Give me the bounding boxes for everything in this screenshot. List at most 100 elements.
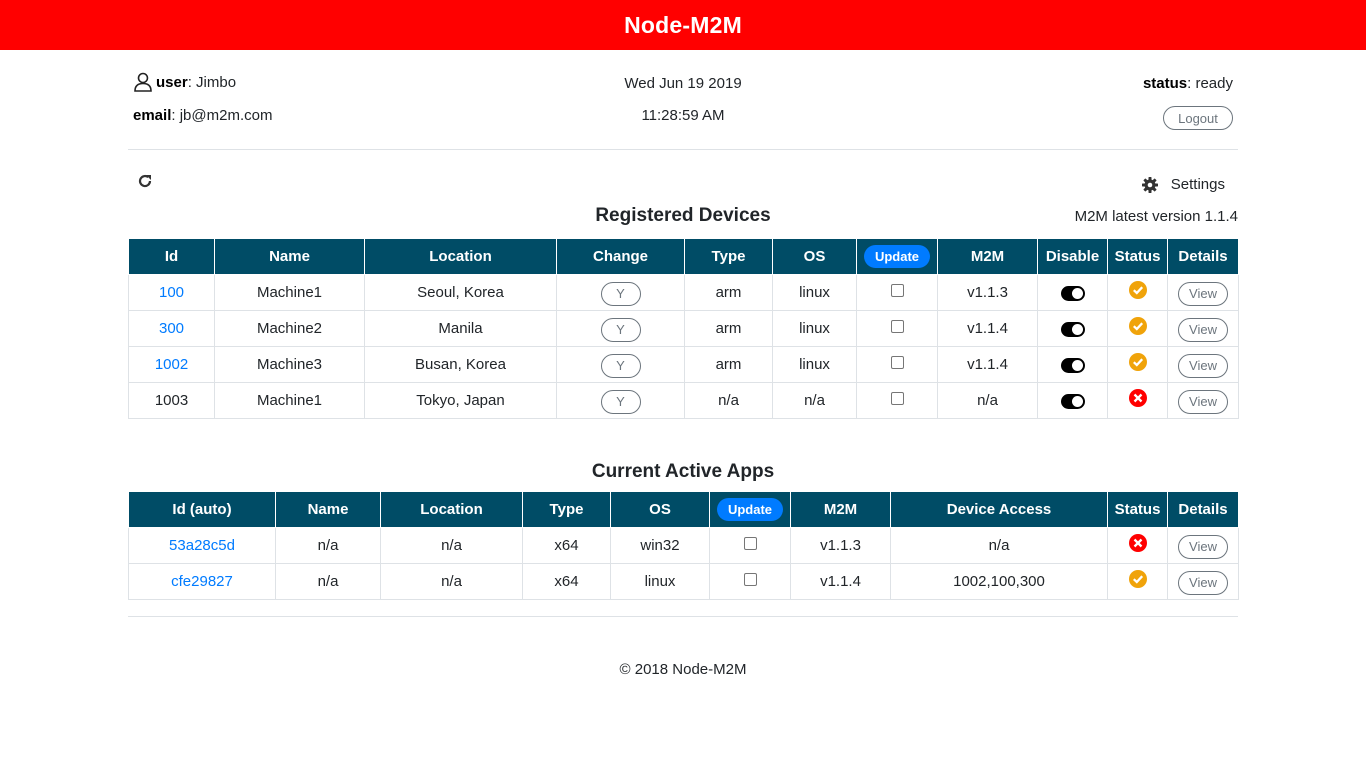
change-button[interactable]: Y xyxy=(600,317,641,342)
devices-body: 100 Machine1 Seoul, Korea Y arm linux v1… xyxy=(128,274,1239,419)
col-app-location: Location xyxy=(380,491,523,528)
devices-toolbar: Settings Registered Devices M2M latest v… xyxy=(128,150,1238,238)
view-button[interactable]: View xyxy=(1178,353,1228,378)
table-row: 53a28c5d n/a n/a x64 win32 v1.1.3 n/a Vi… xyxy=(128,527,1239,564)
app-id-link[interactable]: 53a28c5d xyxy=(169,537,235,554)
app-device-access: 1002,100,300 xyxy=(890,563,1108,600)
app-os: win32 xyxy=(610,527,710,564)
device-name: Machine3 xyxy=(214,346,365,383)
col-app-update: Update xyxy=(709,491,791,528)
device-id-link[interactable]: 100 xyxy=(159,284,184,301)
disable-toggle[interactable] xyxy=(1060,321,1085,337)
settings-button[interactable]: Settings xyxy=(1141,176,1225,193)
col-app-details: Details xyxy=(1167,491,1239,528)
change-button[interactable]: Y xyxy=(600,281,641,306)
col-app-os: OS xyxy=(610,491,710,528)
device-os: n/a xyxy=(772,382,857,419)
col-name: Name xyxy=(214,238,365,275)
update-apps-button[interactable]: Update xyxy=(716,498,784,521)
check-circle-icon xyxy=(1128,353,1147,372)
device-os: linux xyxy=(772,346,857,383)
app-m2m-version: v1.1.4 xyxy=(790,563,891,600)
col-disable: Disable xyxy=(1037,238,1108,275)
gear-icon xyxy=(1141,176,1158,193)
view-button[interactable]: View xyxy=(1178,281,1228,306)
user-icon xyxy=(134,72,152,92)
device-location: Seoul, Korea xyxy=(364,274,557,311)
user-line: user: Jimbo xyxy=(133,72,236,92)
device-os: linux xyxy=(772,310,857,347)
view-button[interactable]: View xyxy=(1178,317,1228,342)
device-m2m-version: v1.1.4 xyxy=(937,346,1038,383)
app-os: linux xyxy=(610,563,710,600)
status-label: status xyxy=(1142,75,1188,92)
devices-table: Id Name Location Change Type OS Update M… xyxy=(128,238,1239,419)
logout-button[interactable]: Logout xyxy=(1163,106,1233,130)
device-id-link[interactable]: 300 xyxy=(159,320,184,337)
col-type: Type xyxy=(684,238,773,275)
disable-toggle[interactable] xyxy=(1060,357,1085,373)
device-m2m-version: v1.1.3 xyxy=(937,274,1038,311)
x-circle-icon xyxy=(1128,534,1147,553)
app-title: Node-M2M xyxy=(624,11,742,38)
app-m2m-version: v1.1.3 xyxy=(790,527,891,564)
col-location: Location xyxy=(364,238,557,275)
update-checkbox[interactable] xyxy=(743,536,757,550)
view-button[interactable]: View xyxy=(1178,534,1228,559)
col-app-name: Name xyxy=(275,491,381,528)
app-location: n/a xyxy=(380,527,523,564)
view-button[interactable]: View xyxy=(1178,570,1228,595)
apps-header-row: Id (auto) Name Location Type OS Update M… xyxy=(128,491,1239,528)
col-status: Status xyxy=(1107,238,1168,275)
check-circle-icon xyxy=(1128,570,1147,589)
device-name: Machine2 xyxy=(214,310,365,347)
device-name: Machine1 xyxy=(214,274,365,311)
col-app-id: Id (auto) xyxy=(128,491,276,528)
disable-toggle[interactable] xyxy=(1060,393,1085,409)
col-app-type: Type xyxy=(522,491,611,528)
user-info-panel: user: Jimbo email: jb@m2m.com Wed Jun 19… xyxy=(128,50,1238,150)
refresh-icon[interactable] xyxy=(136,172,154,190)
update-devices-button[interactable]: Update xyxy=(863,245,931,268)
col-change: Change xyxy=(556,238,685,275)
apps-body: 53a28c5d n/a n/a x64 win32 v1.1.3 n/a Vi… xyxy=(128,527,1239,600)
update-checkbox[interactable] xyxy=(890,391,904,405)
col-os: OS xyxy=(772,238,857,275)
change-button[interactable]: Y xyxy=(600,353,641,378)
latest-version: M2M latest version 1.1.4 xyxy=(1074,208,1238,225)
change-button[interactable]: Y xyxy=(600,389,641,414)
check-circle-icon xyxy=(1128,281,1147,300)
devices-header-row: Id Name Location Change Type OS Update M… xyxy=(128,238,1239,275)
user-name: Jimbo xyxy=(196,73,237,91)
footer: © 2018 Node-M2M xyxy=(128,616,1238,678)
update-checkbox[interactable] xyxy=(890,355,904,369)
device-location: Manila xyxy=(364,310,557,347)
footer-copyright: © 2018 Node-M2M xyxy=(619,661,747,678)
device-type: n/a xyxy=(684,382,773,419)
col-details: Details xyxy=(1167,238,1239,275)
table-row: 1002 Machine3 Busan, Korea Y arm linux v… xyxy=(128,346,1239,383)
devices-title: Registered Devices xyxy=(595,205,771,226)
device-id-link[interactable]: 1002 xyxy=(155,356,188,373)
settings-label: Settings xyxy=(1170,176,1225,193)
status-line: status: ready xyxy=(1142,75,1233,92)
table-row: 100 Machine1 Seoul, Korea Y arm linux v1… xyxy=(128,274,1239,311)
current-time: 11:28:59 AM xyxy=(641,107,725,124)
disable-toggle[interactable] xyxy=(1060,285,1085,301)
current-date: Wed Jun 19 2019 xyxy=(624,75,742,92)
main-container: user: Jimbo email: jb@m2m.com Wed Jun 19… xyxy=(128,50,1239,678)
update-checkbox[interactable] xyxy=(743,572,757,586)
device-id: 1003 xyxy=(128,382,215,419)
device-os: linux xyxy=(772,274,857,311)
device-m2m-version: n/a xyxy=(937,382,1038,419)
view-button[interactable]: View xyxy=(1178,389,1228,414)
update-checkbox[interactable] xyxy=(890,319,904,333)
status-value: ready xyxy=(1195,75,1233,92)
update-checkbox[interactable] xyxy=(890,283,904,297)
user-label: user xyxy=(156,73,188,91)
x-circle-icon xyxy=(1128,389,1147,408)
device-type: arm xyxy=(684,274,773,311)
app-id-link[interactable]: cfe29827 xyxy=(171,573,233,590)
apps-title: Current Active Apps xyxy=(591,461,775,482)
app-type: x64 xyxy=(522,527,611,564)
